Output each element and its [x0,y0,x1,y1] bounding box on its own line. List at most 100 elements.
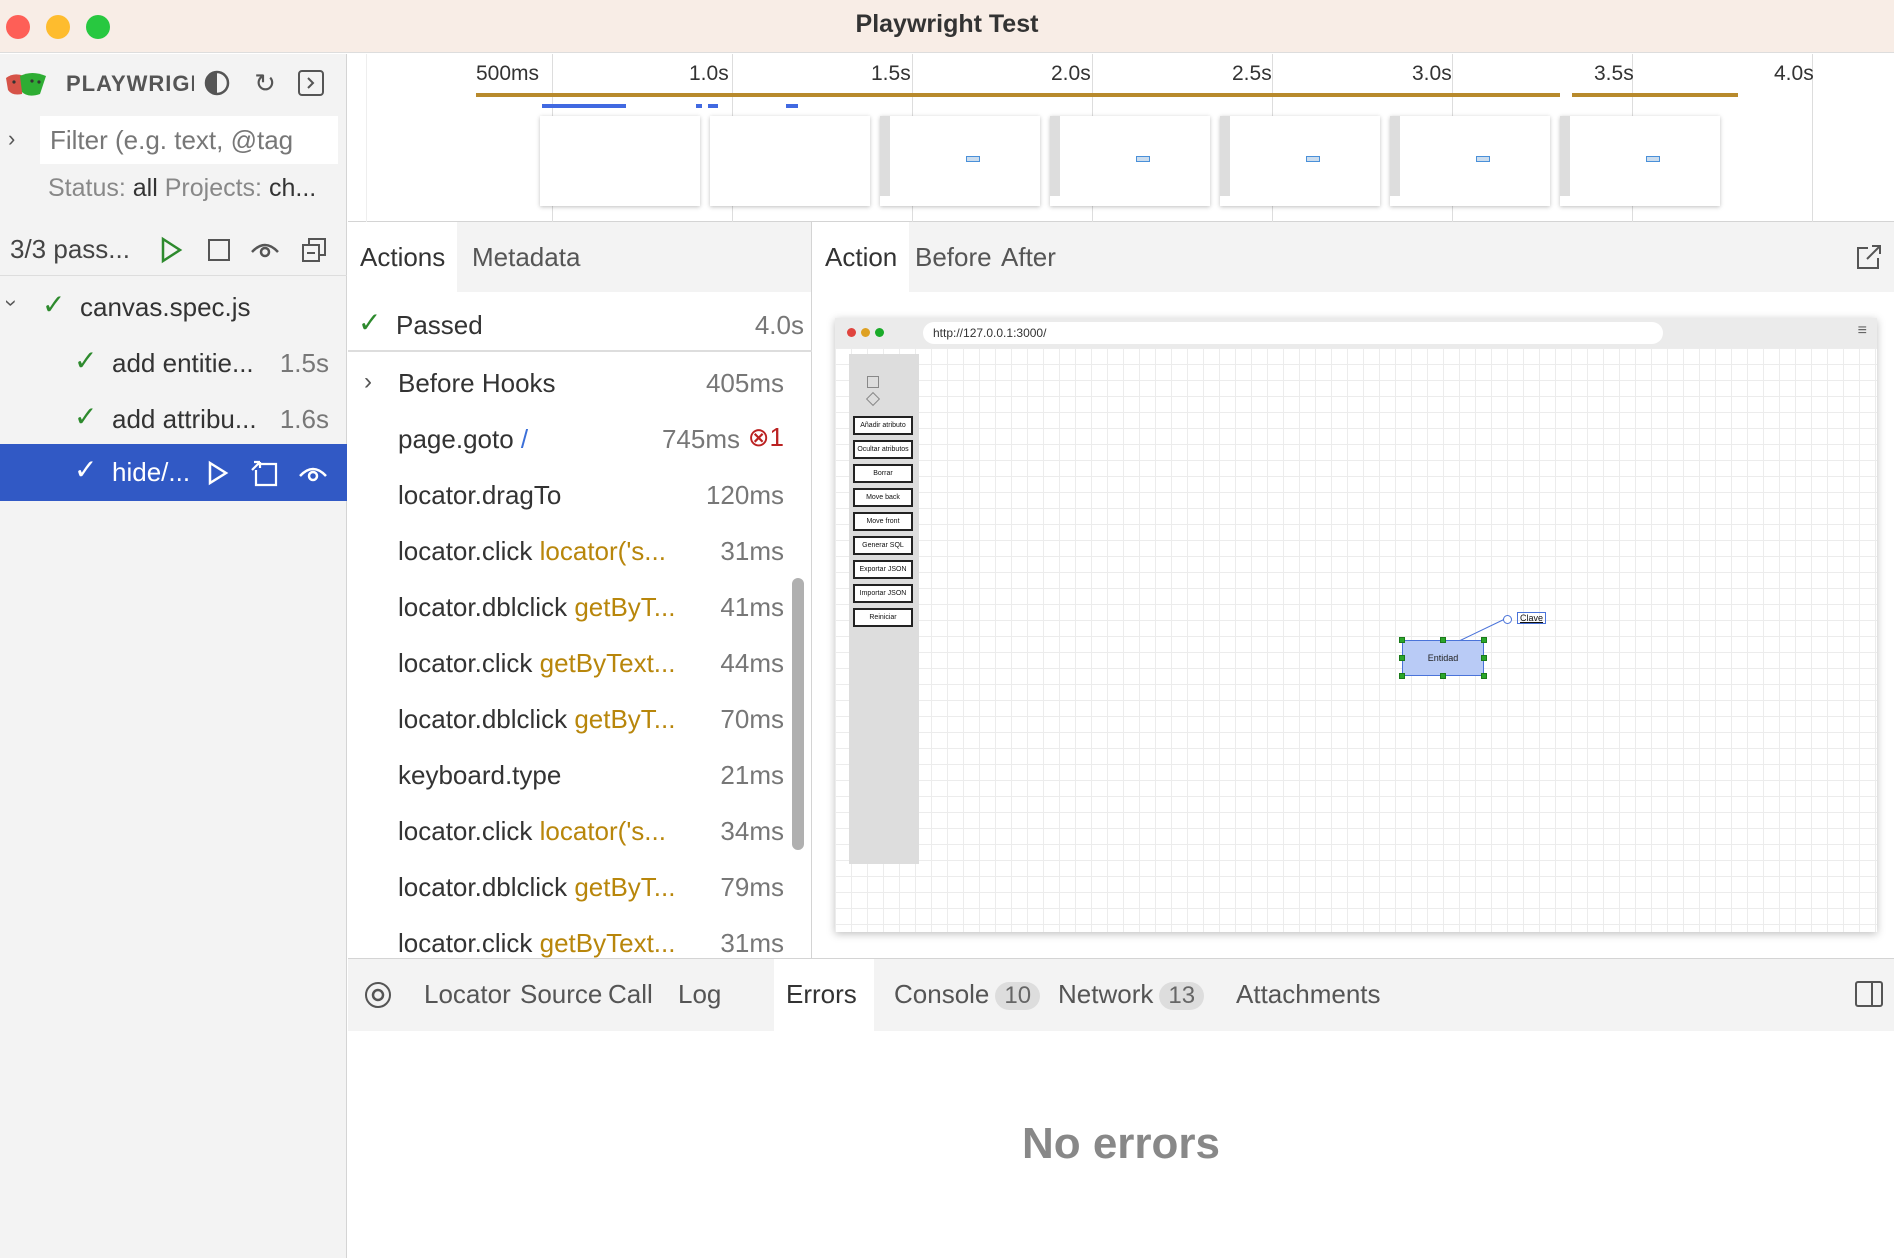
resize-handle [1399,673,1405,679]
tab-network[interactable]: Network 13 [1046,959,1216,1031]
empty-errors-message: No errors [1021,1119,1221,1168]
attribute-label: Clave [1517,612,1547,624]
stop-icon[interactable] [206,237,232,263]
filmstrip-frame[interactable] [1560,116,1720,206]
filter-row: › [0,116,347,168]
action-row[interactable]: locator.click locator('s... 34ms [348,802,788,858]
action-list[interactable]: › Before Hooks 405ms page.goto / 745ms ⊗… [348,354,788,958]
resize-handle [1481,673,1487,679]
action-row[interactable]: › Before Hooks 405ms [348,354,788,410]
watch-eye-icon[interactable] [250,238,280,262]
watch-eye-icon[interactable] [298,462,328,484]
toolbox-button: Move front [853,512,913,531]
action-row[interactable]: locator.click getByText... 44ms [348,634,788,690]
tab-log[interactable]: Log [666,959,733,1031]
action-arg: locator('s... [539,816,666,846]
action-row[interactable]: locator.dblclick getByT... 41ms [348,578,788,634]
resize-handle [1440,637,1446,643]
action-arg: / [520,424,529,454]
collapse-sidebar-icon[interactable] [296,68,326,98]
toolbox-button: Añadir atributo [853,416,913,435]
tab-action[interactable]: Action [813,222,910,292]
tree-item-test-selected[interactable]: ✓ hide/... [0,444,347,501]
tree-item-label: hide/... [112,457,191,487]
timeline-tick-label: 2.0s [1051,62,1091,85]
timeline-tick-label: 4.0s [1774,62,1814,85]
action-arg: getByT... [574,704,676,734]
action-row[interactable]: locator.dblclick getByT... 70ms [348,690,788,746]
theme-toggle-icon[interactable] [202,68,232,98]
collapse-all-icon[interactable] [300,236,328,264]
filmstrip-frame[interactable] [880,116,1040,206]
tab-attachments[interactable]: Attachments [1224,959,1393,1031]
console-count-badge: 10 [995,982,1041,1010]
tab-errors[interactable]: Errors [774,959,874,1031]
tab-metadata[interactable]: Metadata [460,222,592,292]
attribute-node [1503,615,1512,624]
action-row[interactable]: page.goto / 745ms ⊗1 [348,410,788,466]
action-duration: 745ms [655,424,740,455]
entity-node: Entidad [1402,640,1484,676]
action-row[interactable]: locator.click getByText... 31ms [348,914,788,958]
tree-item-file[interactable]: › ✓ canvas.spec.js [0,282,347,332]
filmstrip-frame[interactable] [710,116,870,206]
action-row[interactable]: locator.dblclick getByT... 79ms [348,858,788,914]
status-filter[interactable]: Status: all Projects: ch... [48,174,316,203]
timeline-tick-label: 500ms [476,62,540,85]
error-badge[interactable]: ⊗1 [748,422,784,453]
resize-handle [1399,655,1405,661]
timeline-tick-label: 2.5s [1232,62,1272,85]
tree-item-duration: 1.5s [279,348,329,378]
resize-handle [1399,637,1405,643]
snapshot-canvas[interactable]: Añadir atributo Ocultar atributos Borrar… [835,348,1877,932]
chevron-right-icon[interactable]: › [364,368,372,396]
filmstrip-frame[interactable] [1220,116,1380,206]
status-value: all [132,174,158,202]
network-count-badge: 13 [1159,982,1205,1010]
tree-item-test[interactable]: ✓ add attribu... 1.6s [0,394,347,444]
tab-after[interactable]: After [989,222,1068,292]
snapshot-url: http://127.0.0.1:3000/ [923,322,1663,344]
check-icon: ✓ [42,289,66,320]
timeline[interactable]: 500ms 1.0s 1.5s 2.0s 2.5s 3.0s 3.5s 4.0s [348,54,1894,222]
action-row[interactable]: keyboard.type 21ms [348,746,788,802]
action-row[interactable]: locator.click locator('s... 31ms [348,522,788,578]
tab-actions[interactable]: Actions [348,222,458,292]
toolbox-button: Importar JSON [853,584,913,603]
tab-locator[interactable]: Locator [412,959,523,1031]
toolbox-button: Reiniciar [853,608,913,627]
tree-item-test[interactable]: ✓ add entitie... 1.5s [0,338,347,388]
title-bar: Playwright Test [0,0,1894,53]
filter-input[interactable] [40,116,338,164]
popout-icon[interactable] [1854,242,1884,272]
tab-console[interactable]: Console 10 [882,959,1052,1031]
tab-call[interactable]: Call [596,959,665,1031]
play-icon[interactable] [158,236,184,264]
target-icon[interactable] [362,979,394,1011]
action-name: Before Hooks [398,368,556,398]
action-duration: 70ms [714,704,784,735]
chevron-right-icon[interactable]: › [8,126,15,152]
open-trace-icon[interactable] [250,458,282,488]
action-name: locator.dblclick [398,872,568,902]
toolbox-button: Borrar [853,464,913,483]
chevron-down-icon[interactable]: › [0,299,25,306]
split-layout-icon[interactable] [1854,979,1884,1009]
action-row[interactable]: locator.dragTo 120ms [348,466,788,522]
filmstrip-frame[interactable] [540,116,700,206]
browser-toolbar: http://127.0.0.1:3000/ ≡ [835,318,1877,348]
snapshot-tabbar: Action Before After [813,222,1894,292]
reload-icon[interactable]: ↻ [250,68,280,98]
filmstrip-frame[interactable] [1390,116,1550,206]
brand-title: PLAYWRIGHT [66,71,194,96]
action-duration: 405ms [699,368,784,399]
test-duration: 4.0s [754,310,804,340]
action-list-scrollbar[interactable] [790,358,806,958]
filmstrip-frame[interactable] [1050,116,1210,206]
scrollbar-thumb[interactable] [792,578,804,850]
timeline-tick-label: 1.5s [871,62,911,85]
action-arg: getByText... [539,928,676,958]
action-duration: 120ms [699,480,784,511]
action-duration: 79ms [714,872,784,903]
play-icon[interactable] [206,460,230,486]
